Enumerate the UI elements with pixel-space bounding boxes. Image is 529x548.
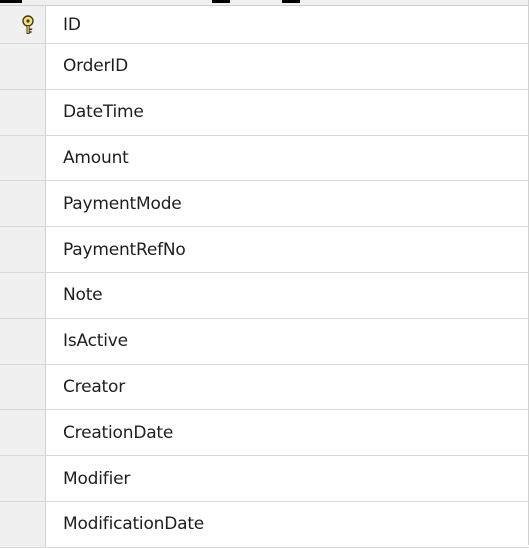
row-selector[interactable] [0,318,46,365]
table-row[interactable]: OrderID [0,44,529,90]
table-design-grid: ID OrderID DateTime Amount PaymentMode P… [0,6,529,548]
row-selector[interactable] [0,364,46,411]
table-row[interactable]: ModificationDate [0,501,529,548]
column-name[interactable]: PaymentMode [46,181,529,228]
row-selector[interactable] [0,6,46,44]
row-selector[interactable] [0,272,46,319]
header-fragment [282,0,300,3]
row-selector[interactable] [0,44,46,90]
table-row[interactable]: Amount [0,135,529,182]
key-icon [22,15,34,34]
row-selector[interactable] [0,410,46,457]
row-selector[interactable] [0,501,46,548]
column-name[interactable]: PaymentRefNo [46,227,529,273]
header-fragment [0,0,22,3]
row-selector[interactable] [0,456,46,502]
row-selector[interactable] [0,181,46,228]
row-selector[interactable] [0,135,46,182]
table-row[interactable]: Creator [0,364,529,411]
table-row[interactable]: DateTime [0,89,529,136]
column-name[interactable]: Note [46,273,529,319]
column-name[interactable]: Creator [46,365,529,411]
table-row[interactable]: CreationDate [0,410,529,457]
table-row[interactable]: ID [0,6,529,44]
table-row[interactable]: PaymentMode [0,181,529,228]
row-selector[interactable] [0,89,46,136]
header-fragment [212,0,230,3]
column-name[interactable]: ModificationDate [46,502,529,548]
column-name[interactable]: Amount [46,136,529,182]
column-name[interactable]: ID [46,6,529,44]
row-selector[interactable] [0,227,46,273]
table-row[interactable]: Note [0,272,529,319]
column-name[interactable]: IsActive [46,319,529,365]
column-name[interactable]: OrderID [46,44,529,90]
table-row[interactable]: Modifier [0,456,529,502]
column-name[interactable]: Modifier [46,456,529,502]
column-name[interactable]: CreationDate [46,410,529,457]
table-row[interactable]: PaymentRefNo [0,227,529,273]
table-row[interactable]: IsActive [0,318,529,365]
column-name[interactable]: DateTime [46,90,529,136]
